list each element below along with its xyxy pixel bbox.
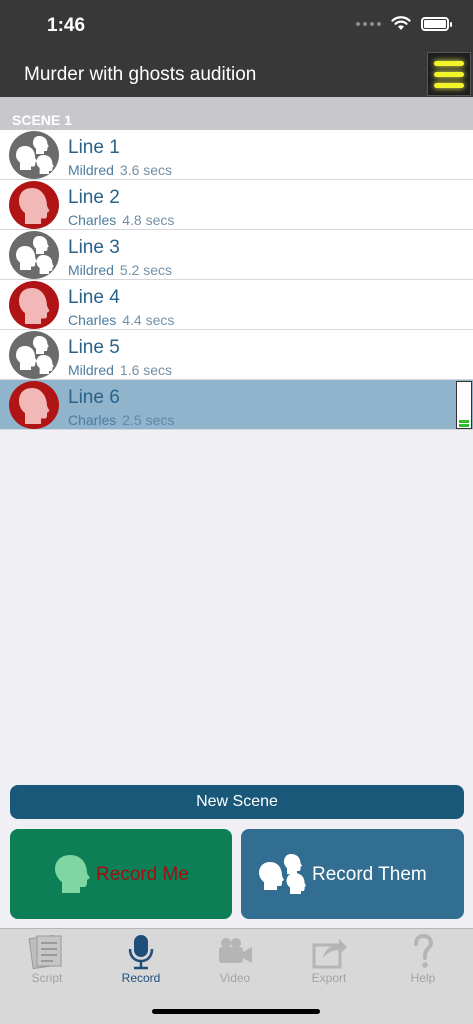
line-duration: 2.5 secs [122, 412, 175, 428]
line-rows: Line 1 Mildred 3.6 secs Line 2 Charles 4.8 se… [0, 130, 473, 430]
line-row[interactable]: Line 3 Mildred 5.2 secs [0, 230, 473, 280]
head-icon [55, 855, 90, 893]
line-character: Mildred [68, 362, 114, 378]
line-character: Mildred [68, 262, 114, 278]
record-me-button[interactable]: Record Me [10, 829, 232, 919]
line-row[interactable]: Line 5 Mildred 1.6 secs [0, 330, 473, 380]
tab-help[interactable]: Help [376, 929, 470, 989]
tab-video[interactable]: Video [188, 929, 282, 989]
group-icon [9, 231, 59, 279]
group-icon [259, 854, 306, 894]
line-row[interactable]: Line 4 Charles 4.4 secs [0, 280, 473, 330]
script-icon [28, 934, 62, 970]
page-title: Murder with ghosts audition [24, 64, 257, 85]
scene-header: SCENE 1 [0, 97, 473, 130]
line-duration: 1.6 secs [119, 362, 173, 378]
line-meta: Charles 4.8 secs [68, 212, 174, 228]
line-duration: 3.6 secs [119, 162, 173, 178]
signal-icon [356, 21, 381, 26]
line-row[interactable]: Line 6 Charles 2.5 secs [0, 380, 473, 430]
level-bar [459, 420, 469, 423]
head-icon [9, 381, 59, 429]
line-name: Line 4 [68, 287, 120, 308]
line-meta: Mildred 1.6 secs [68, 362, 172, 378]
level-bar [459, 424, 469, 427]
line-list: SCENE 1 Line 1 Mildred 3.6 secs Line 2 Charl… [0, 97, 473, 767]
tab-label: Video [219, 971, 251, 985]
line-duration: 5.2 secs [119, 262, 173, 278]
line-character: Charles [68, 412, 117, 428]
new-scene-button[interactable]: New Scene [10, 785, 464, 819]
line-row[interactable]: Line 1 Mildred 3.6 secs [0, 130, 473, 180]
tab-export[interactable]: Export [282, 929, 376, 989]
record-them-button[interactable]: Record Them [241, 829, 464, 919]
line-meta: Mildred 5.2 secs [68, 262, 172, 278]
tab-record[interactable]: Record [94, 929, 188, 989]
line-meta: Mildred 3.6 secs [68, 162, 172, 178]
video-camera-icon [219, 938, 252, 963]
head-icon [9, 181, 59, 229]
line-character: Mildred [68, 162, 114, 178]
line-meta: Charles 4.4 secs [68, 312, 174, 328]
wifi-icon [391, 16, 411, 30]
head-icon [9, 281, 59, 329]
line-name: Line 2 [68, 187, 120, 208]
tab-label: Help [410, 971, 436, 985]
line-duration: 4.4 secs [122, 312, 175, 328]
record-me-label: Record Me [96, 864, 189, 885]
line-name: Line 6 [68, 387, 120, 408]
tab-script[interactable]: Script [0, 929, 94, 989]
tab-label: Record [121, 971, 161, 985]
export-icon [312, 939, 347, 969]
group-icon [9, 131, 59, 179]
line-meta: Charles 2.5 secs [68, 412, 174, 428]
line-name: Line 1 [68, 137, 120, 158]
group-icon [9, 331, 59, 379]
menu-button[interactable] [427, 52, 471, 96]
line-duration: 4.8 secs [122, 212, 175, 228]
line-row[interactable]: Line 2 Charles 4.8 secs [0, 180, 473, 230]
status-time: 1:46 [47, 15, 86, 36]
record-them-label: Record Them [312, 864, 427, 885]
tab-label: Export [311, 971, 347, 985]
tab-label: Script [31, 971, 63, 985]
line-character: Charles [68, 312, 117, 328]
nav-bar: Murder with ghosts audition [0, 50, 473, 97]
question-icon [414, 933, 434, 968]
status-icons [356, 16, 452, 31]
audio-level-meter [456, 381, 472, 429]
microphone-icon [128, 935, 154, 970]
line-character: Charles [68, 212, 117, 228]
status-bar: 1:46 [0, 0, 473, 50]
hamburger-icon [434, 60, 464, 66]
home-indicator [152, 1009, 320, 1014]
battery-icon [421, 16, 452, 31]
line-name: Line 5 [68, 337, 120, 358]
line-name: Line 3 [68, 237, 120, 258]
